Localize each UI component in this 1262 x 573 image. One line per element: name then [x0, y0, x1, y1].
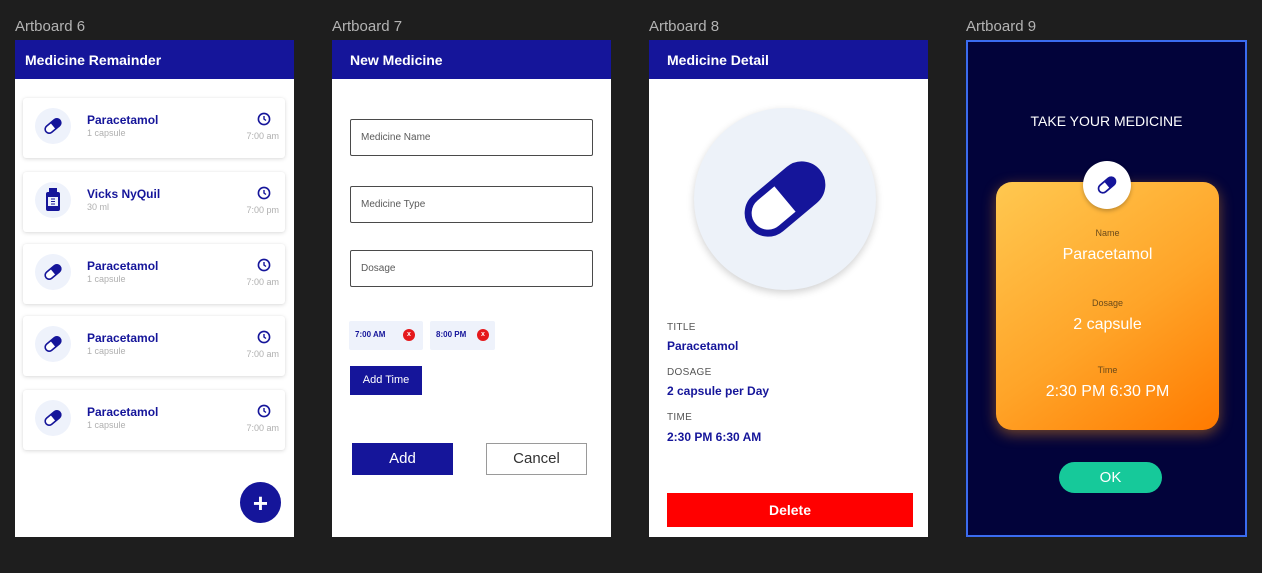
pill-icon: [35, 400, 71, 436]
dosage-label: DOSAGE: [667, 367, 712, 378]
new-medicine-screen: New Medicine 7:00 AM x 8:00 PM x Add Tim…: [332, 40, 611, 537]
reminder-screen: Medicine Remainder Paracetamol 1 capsule…: [15, 40, 294, 537]
name-value: Paracetamol: [1062, 246, 1153, 263]
time-label: Time: [1097, 365, 1118, 375]
delete-button[interactable]: Delete: [667, 493, 913, 527]
dosage-input[interactable]: [350, 250, 593, 287]
medicine-time: 7:00 am: [246, 349, 279, 359]
clock-icon: [257, 404, 271, 423]
add-button[interactable]: Add: [352, 443, 453, 475]
medicine-name: Paracetamol: [87, 405, 159, 419]
medicine-list-item[interactable]: Vicks NyQuil 30 ml 7:00 pm: [23, 172, 285, 232]
remove-time-icon[interactable]: x: [403, 329, 415, 341]
clock-icon: [257, 112, 271, 131]
medicine-time: 7:00 am: [246, 277, 279, 287]
bottle-icon: [35, 182, 71, 218]
artboard-7-label: Artboard 7: [332, 18, 403, 35]
dosage-value: 2 capsule: [1073, 316, 1142, 333]
medicine-name-input[interactable]: [350, 119, 593, 156]
pill-icon: [1097, 176, 1117, 194]
dosage-value: 2 capsule per Day: [667, 384, 770, 398]
medicine-name: Paracetamol: [87, 113, 159, 127]
medicine-dose: 1 capsule: [87, 128, 126, 138]
time-chip-label: 7:00 AM: [355, 330, 386, 339]
ok-button[interactable]: OK: [1059, 462, 1162, 493]
cancel-button[interactable]: Cancel: [486, 443, 587, 475]
medicine-detail-screen: Medicine Detail TITLE Paracetamol DOSAGE…: [649, 40, 928, 537]
medicine-list-item[interactable]: Paracetamol 1 capsule 7:00 am: [23, 244, 285, 304]
app-bar-title: New Medicine: [332, 40, 611, 79]
name-label: Name: [1095, 228, 1120, 238]
remove-time-icon[interactable]: x: [477, 329, 489, 341]
medicine-dose: 1 capsule: [87, 274, 126, 284]
take-medicine-screen: TAKE YOUR MEDICINE Name Paracetamol Dosa…: [966, 40, 1247, 537]
pill-icon: [35, 326, 71, 362]
pill-badge: [1083, 161, 1131, 209]
clock-icon: [257, 186, 271, 205]
medicine-name: Vicks NyQuil: [87, 187, 161, 201]
time-chip: 8:00 PM x: [430, 321, 495, 350]
medicine-dose: 1 capsule: [87, 346, 126, 356]
medicine-dose: 30 ml: [87, 202, 110, 212]
medicine-time: 7:00 pm: [246, 205, 279, 215]
pill-icon: [744, 161, 826, 237]
add-time-button[interactable]: Add Time: [350, 366, 422, 395]
medicine-name: Paracetamol: [87, 331, 159, 345]
app-bar-title: Medicine Detail: [649, 40, 928, 79]
time-chip: 7:00 AM x: [349, 321, 423, 350]
clock-icon: [257, 258, 271, 277]
medicine-alert-card: Name Paracetamol Dosage 2 capsule Time 2…: [996, 182, 1219, 430]
medicine-name: Paracetamol: [87, 259, 159, 273]
pill-illustration: [694, 108, 876, 290]
artboard-8-label: Artboard 8: [649, 18, 720, 35]
title-label: TITLE: [667, 322, 696, 333]
pill-icon: [35, 108, 71, 144]
dosage-label: Dosage: [1091, 298, 1124, 308]
artboard-6-label: Artboard 6: [15, 18, 86, 35]
title-value: Paracetamol: [667, 339, 739, 353]
app-bar-title: Medicine Remainder: [15, 40, 294, 79]
artboard-9-label: Artboard 9: [966, 18, 1037, 35]
time-label: TIME: [667, 412, 693, 423]
medicine-time: 7:00 am: [246, 423, 279, 433]
alert-heading: TAKE YOUR MEDICINE: [1030, 113, 1183, 129]
medicine-time: 7:00 am: [246, 131, 279, 141]
time-value: 2:30 PM 6:30 AM: [667, 430, 762, 444]
medicine-dose: 1 capsule: [87, 420, 126, 430]
medicine-type-input[interactable]: [350, 186, 593, 223]
add-medicine-fab[interactable]: +: [240, 482, 281, 523]
clock-icon: [257, 330, 271, 349]
pill-icon: [35, 254, 71, 290]
medicine-list-item[interactable]: Paracetamol 1 capsule 7:00 am: [23, 316, 285, 376]
medicine-list-item[interactable]: Paracetamol 1 capsule 7:00 am: [23, 390, 285, 450]
time-value: 2:30 PM 6:30 PM: [1045, 383, 1170, 400]
time-chip-label: 8:00 PM: [436, 330, 467, 339]
medicine-list-item[interactable]: Paracetamol 1 capsule 7:00 am: [23, 98, 285, 158]
